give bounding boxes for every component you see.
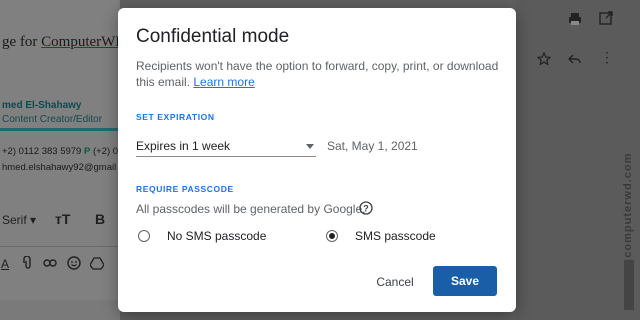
link-icon: [43, 259, 57, 267]
expiration-value: Expires in 1 week: [136, 139, 231, 153]
passcode-note: All passcodes will be generated by Googl…: [136, 202, 366, 216]
compose-subject-text: ge for ComputerWD: [2, 34, 127, 50]
emoji-icon: [67, 256, 81, 270]
reply-icon: [568, 54, 581, 64]
subject-link: ComputerWD: [41, 34, 127, 50]
signature-phone: +2) 0112 383 5979 P (+2) 0: [2, 146, 119, 157]
svg-text:?: ?: [363, 204, 369, 214]
help-icon[interactable]: ?: [359, 201, 373, 215]
expiration-dropdown[interactable]: Expires in 1 week: [136, 137, 316, 157]
scrollbar: [624, 260, 634, 310]
dialog-title: Confidential mode: [136, 26, 290, 47]
expiration-date: Sat, May 1, 2021: [327, 139, 418, 153]
font-size-icon: тT: [55, 211, 71, 227]
radio-circle-icon: [138, 230, 150, 242]
dropdown-underline: [136, 156, 316, 157]
font-selector: Serif ▾: [2, 213, 37, 227]
require-passcode-label: REQUIRE PASSCODE: [136, 184, 234, 194]
star-icon: [537, 52, 551, 66]
signature-role: Content Creator/Editor: [2, 114, 103, 125]
signature-divider: [0, 128, 118, 131]
confidential-mode-dialog: Confidential mode Recipients won't have …: [118, 8, 516, 312]
save-button[interactable]: Save: [433, 266, 497, 296]
set-expiration-label: SET EXPIRATION: [136, 112, 215, 122]
signature-email: hmed.elshahawy92@gmail: [2, 162, 117, 173]
more-options-icon: ⋮: [600, 49, 614, 65]
dropdown-arrow-icon: [306, 144, 314, 149]
dialog-description: Recipients won't have the option to forw…: [136, 59, 499, 89]
radio-selected-dot: [328, 232, 335, 239]
print-icon: [569, 13, 581, 25]
radio-circle-icon: [326, 230, 338, 242]
format-icon: A: [1, 257, 9, 270]
bold-icon: B: [95, 211, 106, 227]
toolbar-divider: [0, 246, 118, 247]
watermark-text: www.computerwd.com: [622, 152, 634, 290]
learn-more-link[interactable]: Learn more: [193, 75, 254, 89]
signature-name: med El-Shahawy: [2, 100, 82, 111]
radio-label: No SMS passcode: [167, 229, 267, 243]
svg-text:A: A: [1, 257, 9, 270]
attach-icon: [23, 256, 31, 269]
open-new-window-icon: [599, 11, 613, 25]
cancel-button[interactable]: Cancel: [366, 268, 424, 296]
drive-icon: [90, 257, 104, 270]
radio-label: SMS passcode: [355, 229, 436, 243]
